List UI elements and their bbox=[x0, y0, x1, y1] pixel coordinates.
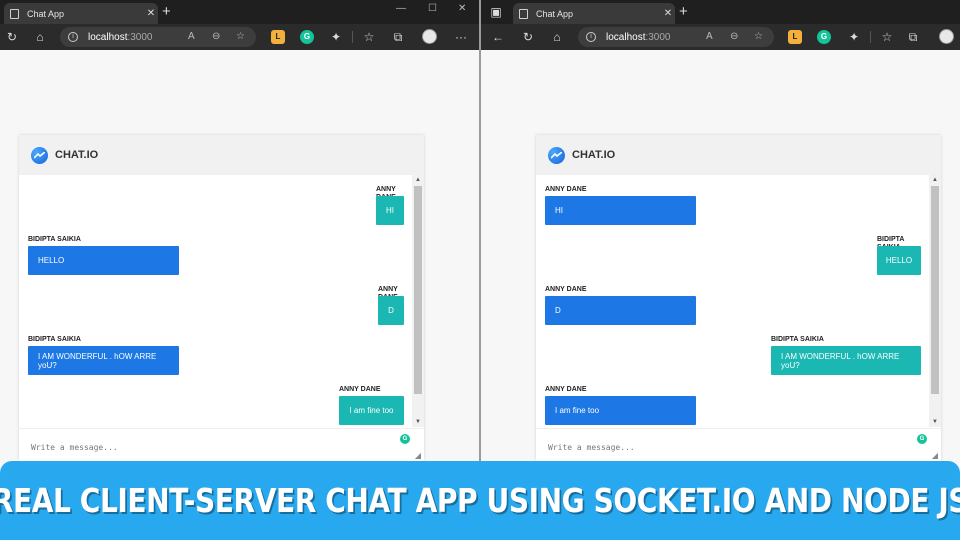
new-tab-button[interactable]: + bbox=[679, 3, 688, 21]
grammarly-icon[interactable]: G bbox=[917, 434, 927, 444]
tab-bar: Chat App ✕ + — ☐ ✕ bbox=[0, 0, 479, 24]
message-bubble: HELLO bbox=[28, 246, 179, 275]
minimize-button[interactable]: — bbox=[396, 3, 406, 14]
tab-bar: ▣ Chat App ✕ + bbox=[481, 0, 960, 24]
new-tab-button[interactable]: + bbox=[162, 3, 171, 21]
chat-header: CHAT.IO bbox=[536, 135, 941, 175]
favorite-add-icon[interactable]: ☆ bbox=[236, 27, 245, 47]
chat-card: CHAT.IO ANNY DANE HI BIDIPTA SAIKIA HELL… bbox=[536, 135, 941, 462]
message-sender: BIDIPTA SAIKIA bbox=[771, 336, 824, 343]
banner-title: REAL CLIENT-SERVER CHAT APP USING SOCKET… bbox=[0, 481, 960, 520]
message-bubble: HI bbox=[376, 196, 404, 225]
tab-close-icon[interactable]: ✕ bbox=[144, 8, 158, 19]
message-bubble: D bbox=[545, 296, 696, 325]
messages-panel: ANNY DANE HI BIDIPTA SAIKIA HELLO ANNY D… bbox=[536, 175, 929, 427]
refresh-icon[interactable]: ↻ bbox=[519, 28, 537, 46]
favorites-icon[interactable]: ☆ bbox=[360, 28, 378, 46]
extension-l-icon[interactable]: L bbox=[788, 30, 802, 44]
scroll-up-icon[interactable]: ▲ bbox=[412, 175, 424, 185]
toolbar-separator bbox=[352, 31, 353, 43]
messenger-logo-icon bbox=[31, 147, 48, 164]
message-input[interactable] bbox=[29, 438, 373, 456]
home-icon[interactable]: ⌂ bbox=[31, 28, 49, 46]
browser-toolbar: ← ↻ ⌂ i localhost:3000 A ⊖ ☆ L G ✦ ☆ ⧉ bbox=[481, 24, 960, 50]
home-icon[interactable]: ⌂ bbox=[548, 28, 566, 46]
message-bubble: I am fine too bbox=[545, 396, 696, 425]
grammarly-icon[interactable]: G bbox=[400, 434, 410, 444]
chat-card: CHAT.IO ANNY DANE HI BIDIPTA SAIKIA HELL… bbox=[19, 135, 424, 462]
composer: G ◢ bbox=[536, 428, 941, 462]
collections-icon[interactable]: ⧉ bbox=[904, 28, 922, 46]
page-icon bbox=[519, 8, 528, 19]
message-bubble: HELLO bbox=[877, 246, 921, 275]
info-icon[interactable]: i bbox=[586, 32, 596, 42]
zoom-icon[interactable]: ⊖ bbox=[730, 27, 738, 47]
message-sender: ANNY DANE bbox=[545, 286, 587, 293]
address-port: :3000 bbox=[127, 31, 153, 43]
messages-panel: ANNY DANE HI BIDIPTA SAIKIA HELLO ANNY D… bbox=[19, 175, 412, 427]
read-aloud-icon[interactable]: A bbox=[188, 27, 195, 47]
message-sender: BIDIPTA SAIKIA bbox=[28, 336, 81, 343]
refresh-icon[interactable]: ↻ bbox=[3, 28, 21, 46]
message-input[interactable] bbox=[546, 438, 890, 456]
favorite-add-icon[interactable]: ☆ bbox=[754, 27, 763, 47]
tab-title: Chat App bbox=[27, 8, 65, 19]
address-host: localhost bbox=[606, 31, 646, 43]
message-sender: ANNY DANE bbox=[339, 386, 381, 393]
collections-icon[interactable]: ⧉ bbox=[389, 28, 407, 46]
zoom-icon[interactable]: ⊖ bbox=[212, 27, 220, 47]
tab-close-icon[interactable]: ✕ bbox=[661, 8, 675, 19]
chat-header: CHAT.IO bbox=[19, 135, 424, 175]
more-menu-icon[interactable]: ··· bbox=[452, 28, 470, 46]
tab-chat-app[interactable]: Chat App ✕ bbox=[513, 3, 675, 24]
message-bubble: HI bbox=[545, 196, 696, 225]
profile-avatar[interactable] bbox=[422, 29, 437, 44]
resize-handle-icon[interactable]: ◢ bbox=[932, 451, 938, 460]
scroll-thumb[interactable] bbox=[931, 186, 939, 394]
composer: G ◢ bbox=[19, 428, 424, 462]
scroll-up-icon[interactable]: ▲ bbox=[929, 175, 941, 185]
left-browser-window: Chat App ✕ + — ☐ ✕ ↻ ⌂ i localhost:3000 … bbox=[0, 0, 479, 540]
title-banner: REAL CLIENT-SERVER CHAT APP USING SOCKET… bbox=[0, 461, 960, 540]
address-port: :3000 bbox=[645, 31, 671, 43]
back-icon[interactable]: ← bbox=[489, 28, 507, 46]
scroll-down-icon[interactable]: ▼ bbox=[412, 417, 424, 427]
message-bubble: I AM WONDERFUL . hOW ARRE yoU? bbox=[28, 346, 179, 375]
messenger-logo-icon bbox=[548, 147, 565, 164]
resize-handle-icon[interactable]: ◢ bbox=[415, 451, 421, 460]
favorites-icon[interactable]: ☆ bbox=[878, 28, 896, 46]
scroll-down-icon[interactable]: ▼ bbox=[929, 417, 941, 427]
scroll-thumb[interactable] bbox=[414, 186, 422, 394]
messages-scrollbar[interactable]: ▲ ▼ bbox=[929, 175, 941, 427]
message-bubble: I am fine too bbox=[339, 396, 404, 425]
message-bubble: I AM WONDERFUL . hOW ARRE yoU? bbox=[771, 346, 921, 375]
messages-scrollbar[interactable]: ▲ ▼ bbox=[412, 175, 424, 427]
brand-title: CHAT.IO bbox=[55, 149, 99, 161]
address-bar[interactable]: i localhost:3000 A ⊖ ☆ bbox=[578, 27, 774, 47]
extension-l-icon[interactable]: L bbox=[271, 30, 285, 44]
close-window-button[interactable]: ✕ bbox=[458, 3, 466, 14]
toolbar-separator bbox=[870, 31, 871, 43]
brand-title: CHAT.IO bbox=[572, 149, 616, 161]
address-bar[interactable]: i localhost:3000 A ⊖ ☆ bbox=[60, 27, 256, 47]
message-sender: ANNY DANE bbox=[545, 386, 587, 393]
profile-avatar[interactable] bbox=[939, 29, 954, 44]
grammarly-extension-icon[interactable]: G bbox=[300, 30, 314, 44]
extensions-icon[interactable]: ✦ bbox=[327, 28, 345, 46]
extensions-icon[interactable]: ✦ bbox=[845, 28, 863, 46]
tab-actions-icon[interactable]: ▣ bbox=[487, 3, 505, 21]
right-browser-window: ▣ Chat App ✕ + ← ↻ ⌂ i localhost:3000 A … bbox=[481, 0, 960, 540]
browser-toolbar: ↻ ⌂ i localhost:3000 A ⊖ ☆ L G ✦ ☆ ⧉ ··· bbox=[0, 24, 479, 50]
message-sender: BIDIPTA SAIKIA bbox=[28, 236, 81, 243]
message-bubble: D bbox=[378, 296, 404, 325]
maximize-button[interactable]: ☐ bbox=[428, 3, 437, 14]
message-sender: ANNY DANE bbox=[545, 186, 587, 193]
info-icon[interactable]: i bbox=[68, 32, 78, 42]
read-aloud-icon[interactable]: A bbox=[706, 27, 713, 47]
page-icon bbox=[10, 8, 19, 19]
tab-chat-app[interactable]: Chat App ✕ bbox=[4, 3, 158, 24]
grammarly-extension-icon[interactable]: G bbox=[817, 30, 831, 44]
tab-title: Chat App bbox=[536, 8, 574, 19]
address-host: localhost bbox=[88, 31, 128, 43]
